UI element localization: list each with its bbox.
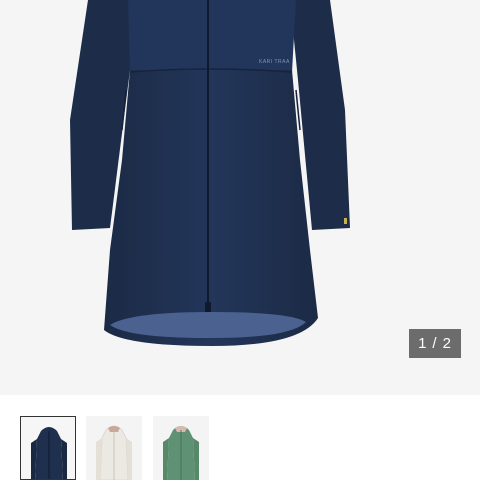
thumbnail-white[interactable] bbox=[86, 416, 142, 480]
green-jacket-thumbnail bbox=[163, 426, 199, 480]
total-image-count: 2 bbox=[442, 335, 452, 352]
thumbnail-navy[interactable] bbox=[20, 416, 76, 480]
image-counter: 1 / 2 bbox=[409, 329, 461, 358]
brand-logo: KARI TRAA bbox=[259, 59, 290, 65]
product-image-gallery[interactable]: KARI TRAA 1 / 2 bbox=[0, 0, 480, 395]
navy-jacket-thumbnail bbox=[31, 427, 67, 479]
white-jacket-thumbnail bbox=[96, 425, 132, 480]
thumbnail-green[interactable] bbox=[153, 416, 209, 480]
current-image-number: 1 bbox=[418, 335, 428, 352]
color-variant-thumbnails bbox=[0, 395, 480, 480]
product-image bbox=[70, 0, 350, 346]
counter-separator: / bbox=[432, 335, 438, 352]
